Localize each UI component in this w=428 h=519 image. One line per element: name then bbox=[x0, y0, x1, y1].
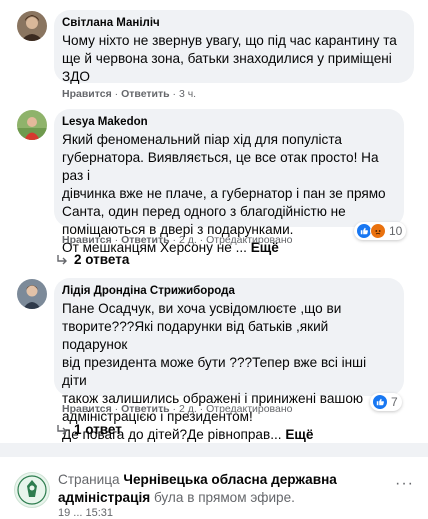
comment-time[interactable]: 2 д. bbox=[179, 403, 197, 415]
page-post-title: Страница Чернівецька обласна державна ад… bbox=[58, 471, 378, 507]
separator: · bbox=[114, 88, 119, 100]
comment-line: ЗДО bbox=[62, 69, 90, 84]
comment-actions: Нравится · Ответить · 2 д. · Отредактиро… bbox=[62, 403, 293, 415]
reply-link[interactable]: Ответить bbox=[121, 88, 170, 100]
separator: · bbox=[114, 403, 119, 415]
edited-label: Отредактировано bbox=[206, 234, 293, 246]
like-link[interactable]: Нравится bbox=[62, 403, 112, 415]
comment-time[interactable]: 3 ч. bbox=[179, 88, 196, 100]
feed-divider bbox=[0, 443, 428, 457]
comment-author[interactable]: Світлана Маніліч bbox=[62, 16, 404, 31]
separator: · bbox=[114, 234, 119, 246]
reply-arrow-icon bbox=[57, 254, 67, 264]
reaction-count: 10 bbox=[389, 224, 403, 238]
replies-label: 2 ответа bbox=[74, 252, 130, 267]
comment-time[interactable]: 2 д. bbox=[179, 234, 197, 246]
comment-line: дівчинка вже не плаче, а губернатор і па… bbox=[62, 186, 386, 201]
comment-actions: Нравится · Ответить · 3 ч. bbox=[62, 88, 196, 100]
comment-line: від президента може бути ???Тепер вже вс… bbox=[62, 355, 367, 388]
separator: · bbox=[172, 234, 177, 246]
comment-line: творите???Які подарунки від батьків ,яки… bbox=[62, 319, 329, 352]
page-prefix: Страница bbox=[58, 472, 120, 487]
reaction-summary[interactable]: 7 bbox=[370, 393, 402, 411]
reaction-summary[interactable]: 10 bbox=[354, 222, 407, 240]
comment-bubble: Світлана Маніліч Чому ніхто не звернув у… bbox=[54, 10, 414, 86]
page-logo[interactable] bbox=[14, 472, 50, 508]
angry-reaction-icon bbox=[370, 223, 386, 239]
comment-author[interactable]: Lesya Makedon bbox=[62, 115, 394, 130]
edited-label: Отредактировано bbox=[206, 403, 293, 415]
separator: · bbox=[199, 234, 204, 246]
comment-line: Чому ніхто не звернув увагу, що під час … bbox=[62, 33, 397, 48]
reply-link[interactable]: Ответить bbox=[121, 234, 170, 246]
comment-text: Чому ніхто не звернув увагу, що під час … bbox=[62, 32, 404, 86]
comment-author[interactable]: Лідія Дрондіна Стрижиборода bbox=[62, 284, 394, 299]
view-replies-button[interactable]: 1 ответ bbox=[56, 422, 122, 437]
comment-actions: Нравится · Ответить · 2 д. · Отредактиро… bbox=[62, 234, 293, 246]
separator: · bbox=[172, 88, 177, 100]
comment-line: Санта, один перед одного з благодійністю… bbox=[62, 204, 346, 219]
separator: · bbox=[199, 403, 204, 415]
reaction-count: 7 bbox=[391, 395, 398, 409]
like-reaction-icon bbox=[372, 394, 388, 410]
like-link[interactable]: Нравится bbox=[62, 234, 112, 246]
comment-line: губернатора. Виявляється, це все отак пр… bbox=[62, 150, 379, 183]
comment-bubble: Лідія Дрондіна Стрижиборода Пане Осадчук… bbox=[54, 278, 404, 442]
avatar[interactable] bbox=[17, 11, 47, 41]
post-time[interactable]: 19 ... 15:31 bbox=[58, 507, 113, 519]
comment-line: Пане Осадчук, ви хоча усвідомлюєте ,що в… bbox=[62, 301, 342, 316]
separator: · bbox=[172, 403, 177, 415]
view-replies-button[interactable]: 2 ответа bbox=[56, 252, 129, 267]
comment-line: Який феноменальний піар хід для популіст… bbox=[62, 132, 342, 147]
more-options-icon[interactable]: ··· bbox=[395, 475, 414, 493]
page-suffix: була в прямом эфире. bbox=[153, 490, 295, 505]
see-more-link[interactable]: Ещё bbox=[285, 427, 313, 442]
reply-arrow-icon bbox=[57, 424, 67, 434]
comment-line: ще й червона зона, батьки знаходилися у … bbox=[62, 51, 392, 66]
reply-link[interactable]: Ответить bbox=[121, 403, 170, 415]
avatar[interactable] bbox=[17, 279, 47, 309]
page-post-header: Страница Чернівецька обласна державна ад… bbox=[0, 457, 428, 519]
avatar[interactable] bbox=[17, 110, 47, 140]
comment-bubble: Lesya Makedon Який феноменальний піар хі… bbox=[54, 109, 404, 255]
like-link[interactable]: Нравится bbox=[62, 88, 112, 100]
replies-label: 1 ответ bbox=[74, 422, 122, 437]
